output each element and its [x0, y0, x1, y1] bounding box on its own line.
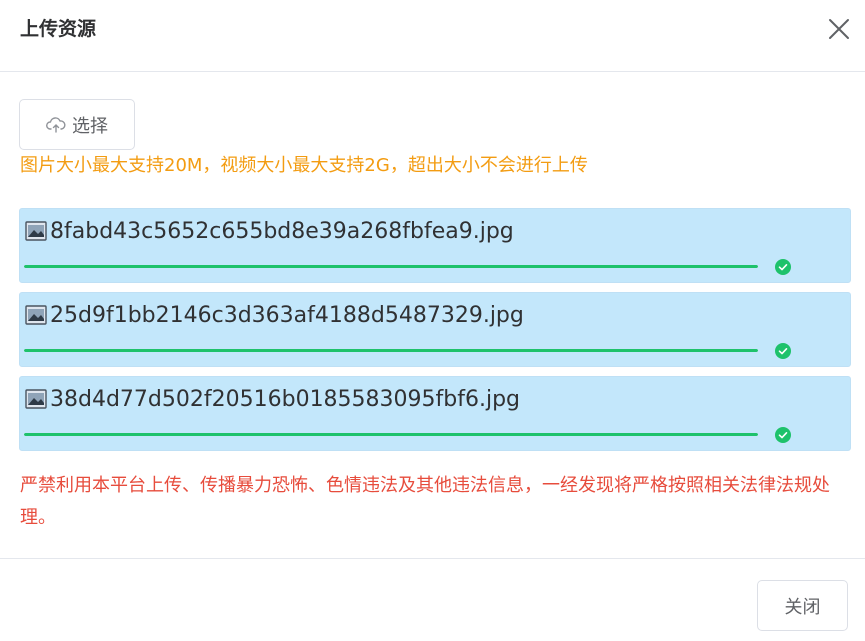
upload-progress-fill [24, 265, 758, 268]
upload-progress-fill [24, 433, 758, 436]
success-check-icon [775, 259, 791, 275]
file-name: 25d9f1bb2146c3d363af4188d5487329.jpg [50, 303, 524, 328]
file-name: 38d4d77d502f20516b0185583095fbf6.jpg [50, 387, 521, 412]
dialog-title: 上传资源 [20, 18, 97, 40]
close-icon[interactable] [826, 16, 852, 42]
select-button-label: 选择 [72, 115, 108, 137]
close-button[interactable]: 关闭 [757, 580, 848, 631]
select-file-button[interactable]: 选择 [19, 99, 135, 150]
image-file-icon [25, 221, 47, 241]
legal-warning-text: 严禁利用本平台上传、传播暴力恐怖、色情违法及其他违法信息，一经发现将严格按照相关… [20, 475, 830, 528]
success-check-icon [775, 427, 791, 443]
image-file-icon [25, 305, 47, 325]
size-limit-tip: 图片大小最大支持20M，视频大小最大支持2G，超出大小不会进行上传 [20, 155, 588, 176]
upload-progress-bar [24, 265, 758, 268]
file-name: 8fabd43c5652c655bd8e39a268fbfea9.jpg [50, 219, 514, 244]
upload-dialog: 上传资源 选择 图片大小最大支持20M，视频大小最大支持2G，超出大小不会进行上… [0, 0, 865, 641]
cloud-upload-icon [46, 116, 66, 133]
image-file-icon [25, 389, 47, 409]
file-list-item: 8fabd43c5652c655bd8e39a268fbfea9.jpg [19, 208, 851, 283]
upload-progress-fill [24, 349, 758, 352]
upload-progress-bar [24, 349, 758, 352]
footer-divider [0, 558, 865, 559]
file-list-item: 38d4d77d502f20516b0185583095fbf6.jpg [19, 376, 851, 451]
close-button-label: 关闭 [784, 596, 821, 618]
success-check-icon [775, 343, 791, 359]
dialog-header: 上传资源 [0, 0, 865, 72]
upload-progress-bar [24, 433, 758, 436]
file-list-item: 25d9f1bb2146c3d363af4188d5487329.jpg [19, 292, 851, 367]
